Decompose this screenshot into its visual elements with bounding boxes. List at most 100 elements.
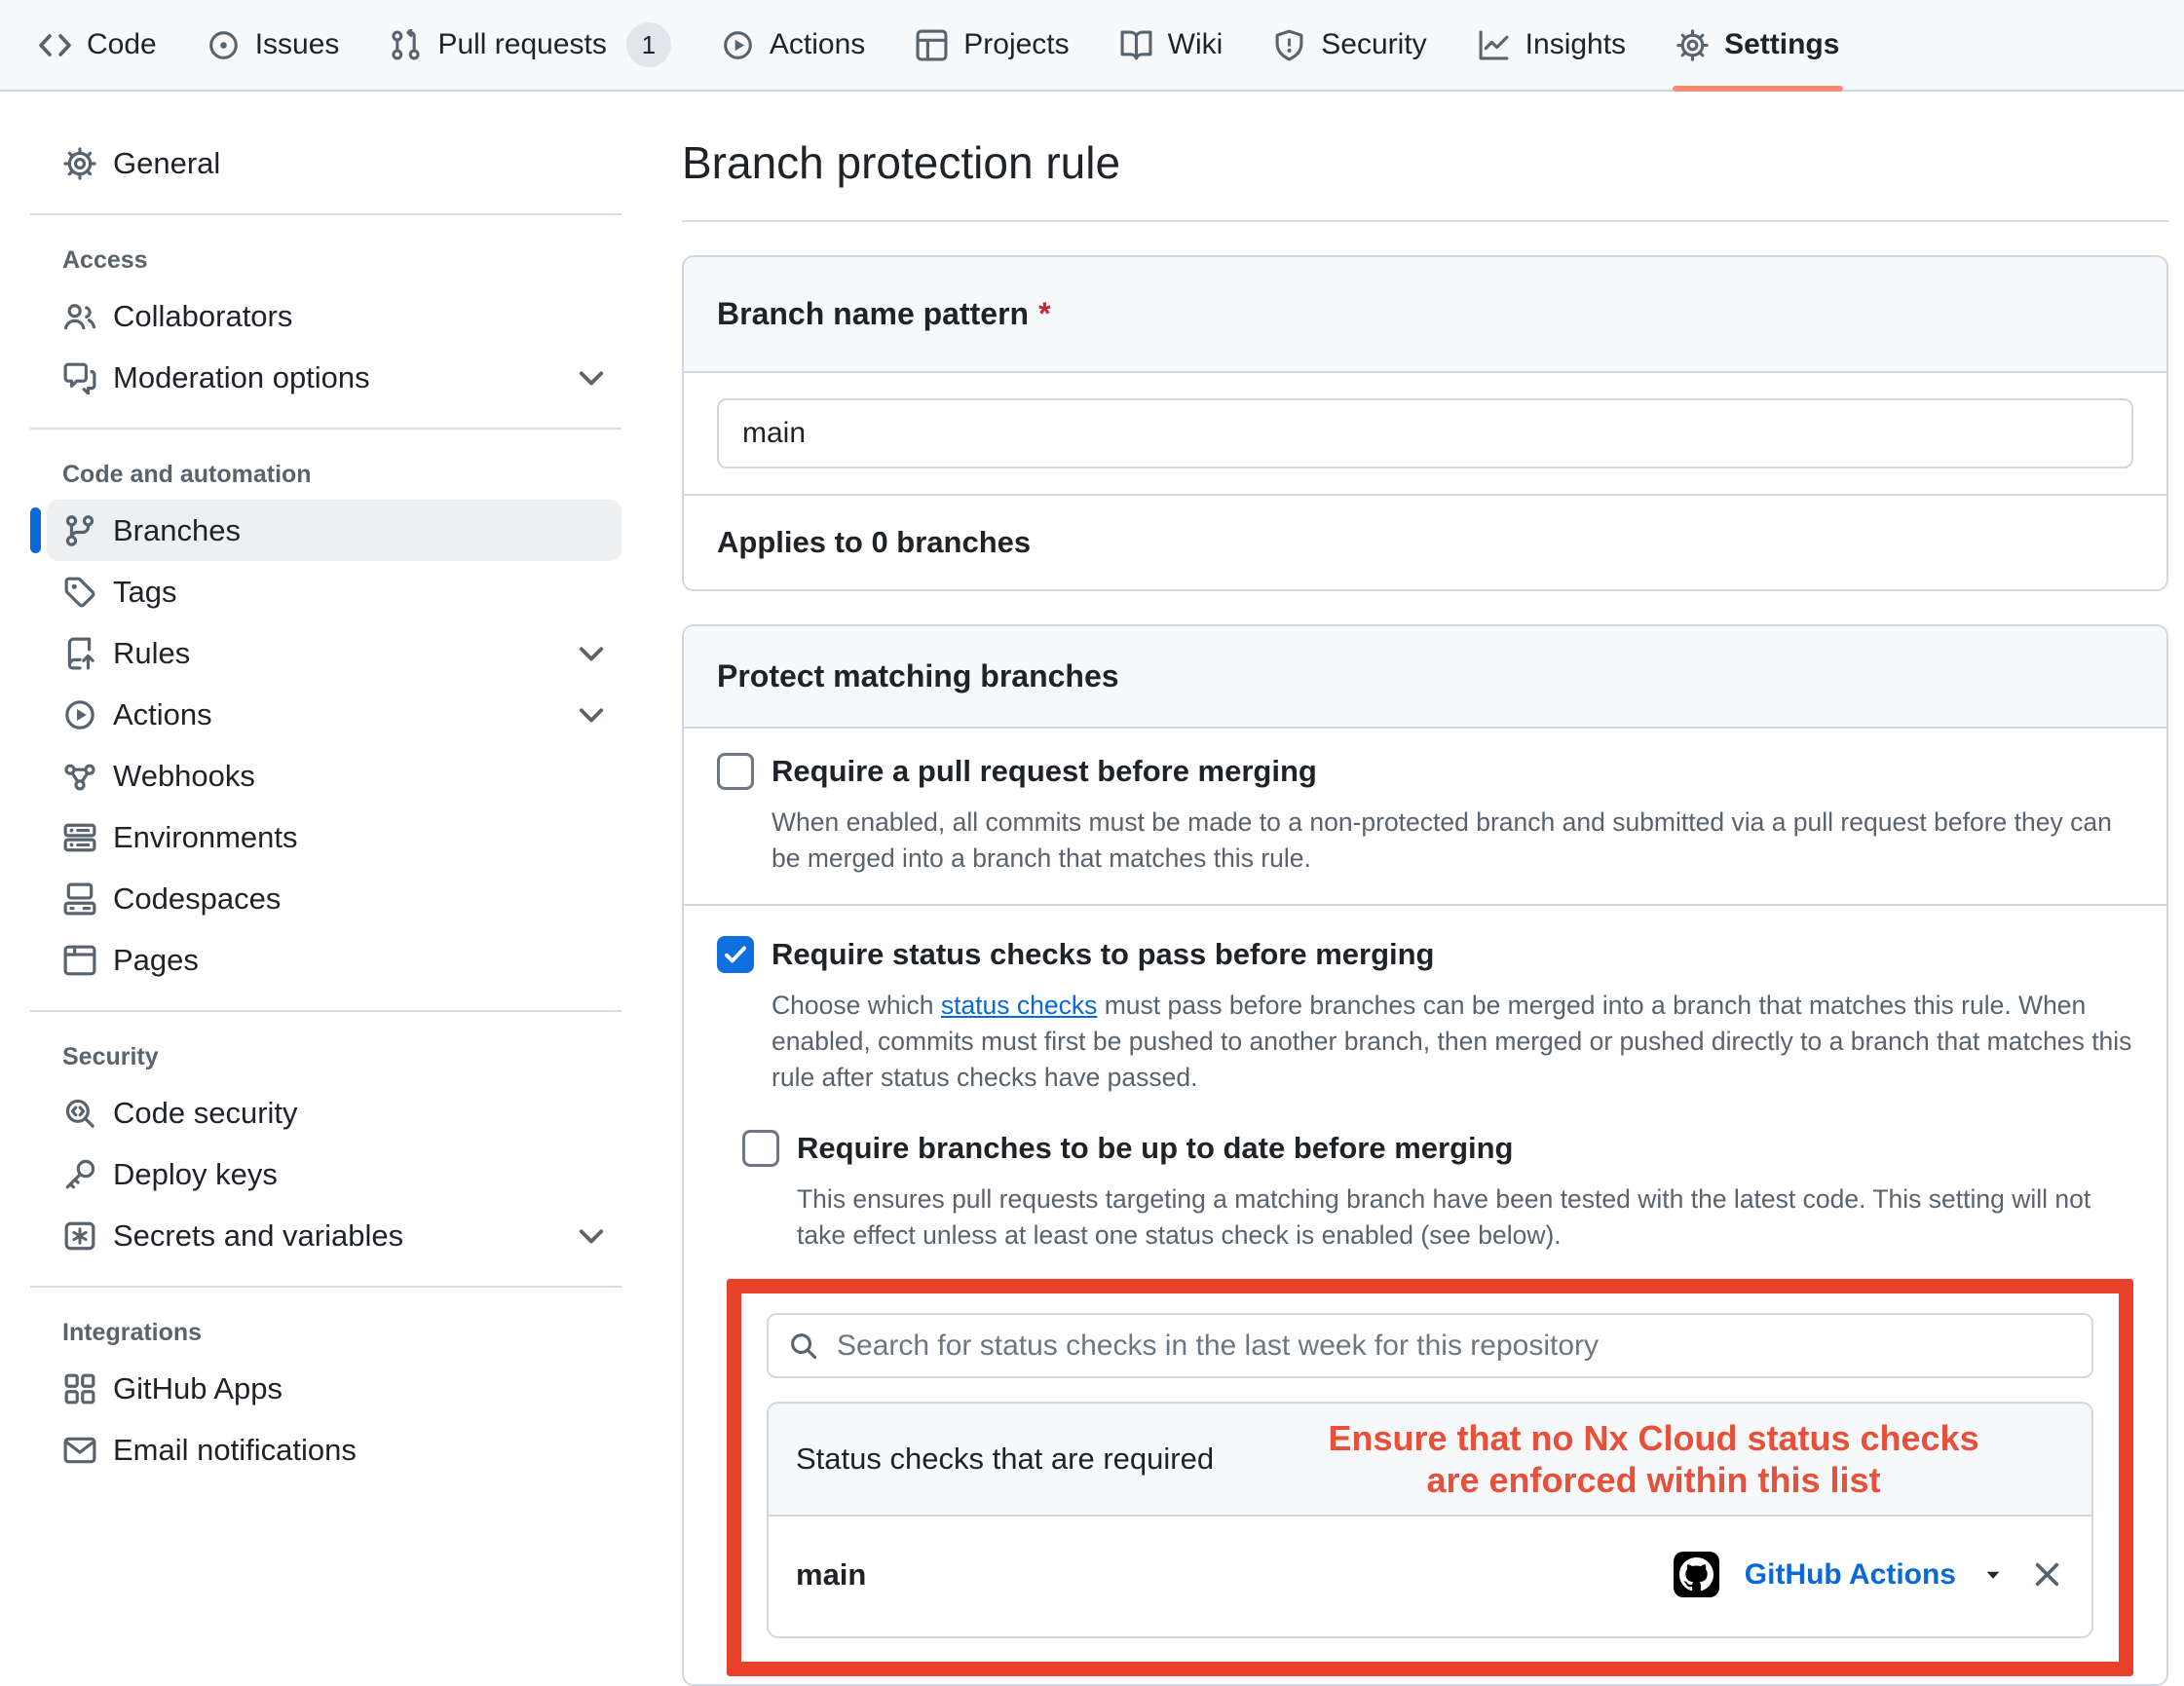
branch-name-pattern-card: Branch name pattern* Applies to 0 branch…: [682, 255, 2168, 591]
sidebar-item-label: Code security: [113, 1096, 298, 1131]
tab-label: Security: [1321, 28, 1426, 61]
status-checks-searchbar: [767, 1313, 2093, 1378]
chevron-down-icon: [575, 1219, 608, 1253]
sidebar-item-label: Secrets and variables: [113, 1218, 403, 1254]
git-branch-icon: [63, 514, 96, 547]
people-icon: [63, 300, 96, 333]
mail-icon: [63, 1434, 96, 1467]
tab-label: Wiki: [1168, 28, 1224, 61]
tab-issues[interactable]: Issues: [182, 0, 365, 90]
tab-label: Projects: [963, 28, 1069, 61]
sidebar-item-codespaces[interactable]: Codespaces: [47, 868, 621, 929]
sidebar-item-label: Actions: [113, 697, 212, 732]
table-icon: [916, 29, 948, 61]
tab-wiki[interactable]: Wiki: [1095, 0, 1249, 90]
require-up-to-date-block: Require branches to be up to date before…: [742, 1127, 2133, 1254]
required-status-checks-list: Status checks that are required Ensure t…: [767, 1402, 2093, 1638]
sidebar-item-tags[interactable]: Tags: [47, 561, 621, 622]
protect-matching-branches-card: Protect matching branches Require a pull…: [682, 624, 2168, 1686]
tab-insights[interactable]: Insights: [1452, 0, 1651, 90]
apps-icon: [63, 1372, 96, 1405]
sidebar-item-label: Branches: [113, 513, 241, 548]
code-icon: [39, 29, 71, 61]
sidebar-divider: [30, 428, 621, 430]
sidebar-item-general[interactable]: General: [47, 132, 621, 194]
sidebar-item-label: GitHub Apps: [113, 1371, 282, 1406]
page-title: Branch protection rule: [682, 136, 2168, 222]
main-content: Branch protection rule Branch name patte…: [651, 92, 2184, 1597]
sidebar-item-rules[interactable]: Rules: [47, 622, 621, 684]
sidebar-item-actions[interactable]: Actions: [47, 684, 621, 745]
tab-pull-requests[interactable]: Pull requests 1: [364, 0, 696, 90]
branch-name-pattern-label: Branch name pattern: [717, 296, 1029, 331]
gear-icon: [1676, 29, 1709, 61]
sidebar-item-secrets-and-variables[interactable]: Secrets and variables: [47, 1205, 621, 1266]
chevron-down-icon: [575, 637, 608, 670]
protect-matching-branches-header: Protect matching branches: [684, 626, 2166, 729]
graph-icon: [1478, 29, 1510, 61]
required-status-checks-header: Status checks that are required Ensure t…: [769, 1404, 2091, 1517]
repo-tab-nav: Code Issues Pull requests 1 Actions Proj…: [0, 0, 2184, 92]
require-status-checks-checkbox[interactable]: [717, 936, 754, 973]
sidebar-item-code-security[interactable]: Code security: [47, 1082, 621, 1143]
git-pull-request-icon: [390, 29, 422, 61]
chevron-down-icon: [575, 698, 608, 731]
codescan-icon: [63, 1097, 96, 1130]
sidebar-item-label: Codespaces: [113, 881, 281, 917]
annotation-line-1: Ensure that no Nx Cloud status checks: [1328, 1418, 1978, 1458]
github-actions-app-link[interactable]: GitHub Actions: [1745, 1558, 1956, 1592]
sidebar-item-label: Email notifications: [113, 1433, 357, 1468]
sidebar-item-label: Pages: [113, 943, 199, 978]
tab-settings[interactable]: Settings: [1651, 0, 1864, 90]
search-icon: [788, 1330, 818, 1361]
status-check-row: main GitHub Actions: [769, 1517, 2091, 1636]
sidebar-item-moderation-options[interactable]: Moderation options: [47, 347, 621, 408]
status-checks-search-input[interactable]: [767, 1313, 2093, 1378]
status-checks-link[interactable]: status checks: [941, 991, 1098, 1020]
sidebar-item-webhooks[interactable]: Webhooks: [47, 745, 621, 806]
require-pull-request-section: Require a pull request before merging Wh…: [684, 729, 2166, 906]
sidebar-item-label: Rules: [113, 636, 190, 671]
require-up-to-date-checkbox[interactable]: [742, 1130, 779, 1167]
settings-sidebar: General Access Collaborators Moderation …: [0, 92, 651, 1597]
sidebar-divider: [30, 1286, 621, 1288]
require-pull-request-checkbox[interactable]: [717, 753, 754, 790]
tab-projects[interactable]: Projects: [890, 0, 1094, 90]
sidebar-item-pages[interactable]: Pages: [47, 929, 621, 991]
require-pull-request-label: Require a pull request before merging: [772, 750, 1317, 793]
description-text: Choose which: [772, 991, 941, 1020]
sidebar-item-deploy-keys[interactable]: Deploy keys: [47, 1143, 621, 1205]
require-up-to-date-label: Require branches to be up to date before…: [797, 1127, 1514, 1170]
sidebar-item-label: Collaborators: [113, 299, 292, 334]
triangle-down-icon[interactable]: [1981, 1563, 2005, 1587]
require-up-to-date-description: This ensures pull requests targeting a m…: [797, 1181, 2133, 1254]
asterisk-box-icon: [63, 1219, 96, 1253]
branch-name-pattern-header: Branch name pattern *: [684, 257, 2166, 373]
sidebar-item-collaborators[interactable]: Collaborators: [47, 285, 621, 347]
require-pull-request-description: When enabled, all commits must be made t…: [772, 805, 2133, 877]
sidebar-item-label: Deploy keys: [113, 1157, 278, 1192]
sidebar-item-branches[interactable]: Branches: [47, 500, 621, 561]
tab-label: Pull requests: [437, 28, 606, 61]
sidebar-section-security: Security: [62, 1031, 621, 1082]
chevron-down-icon: [575, 361, 608, 394]
sidebar-item-label: Moderation options: [113, 360, 370, 395]
sidebar-item-github-apps[interactable]: GitHub Apps: [47, 1358, 621, 1419]
branch-name-pattern-input[interactable]: [717, 398, 2133, 468]
sidebar-divider: [30, 1010, 621, 1012]
require-status-checks-section: Require status checks to pass before mer…: [684, 906, 2166, 1684]
tab-code[interactable]: Code: [14, 0, 182, 90]
tab-security[interactable]: Security: [1248, 0, 1451, 90]
play-icon: [722, 29, 754, 61]
status-checks-list-title: Status checks that are required: [796, 1442, 1214, 1477]
sidebar-item-email-notifications[interactable]: Email notifications: [47, 1419, 621, 1480]
sidebar-item-environments[interactable]: Environments: [47, 806, 621, 868]
tab-label: Issues: [255, 28, 340, 61]
required-asterisk: *: [1038, 296, 1050, 331]
tab-label: Actions: [770, 28, 865, 61]
tab-actions[interactable]: Actions: [697, 0, 890, 90]
sidebar-section-access: Access: [62, 235, 621, 285]
shield-icon: [1273, 29, 1305, 61]
remove-status-check-icon[interactable]: [2030, 1557, 2064, 1592]
sidebar-item-label: Webhooks: [113, 759, 255, 794]
